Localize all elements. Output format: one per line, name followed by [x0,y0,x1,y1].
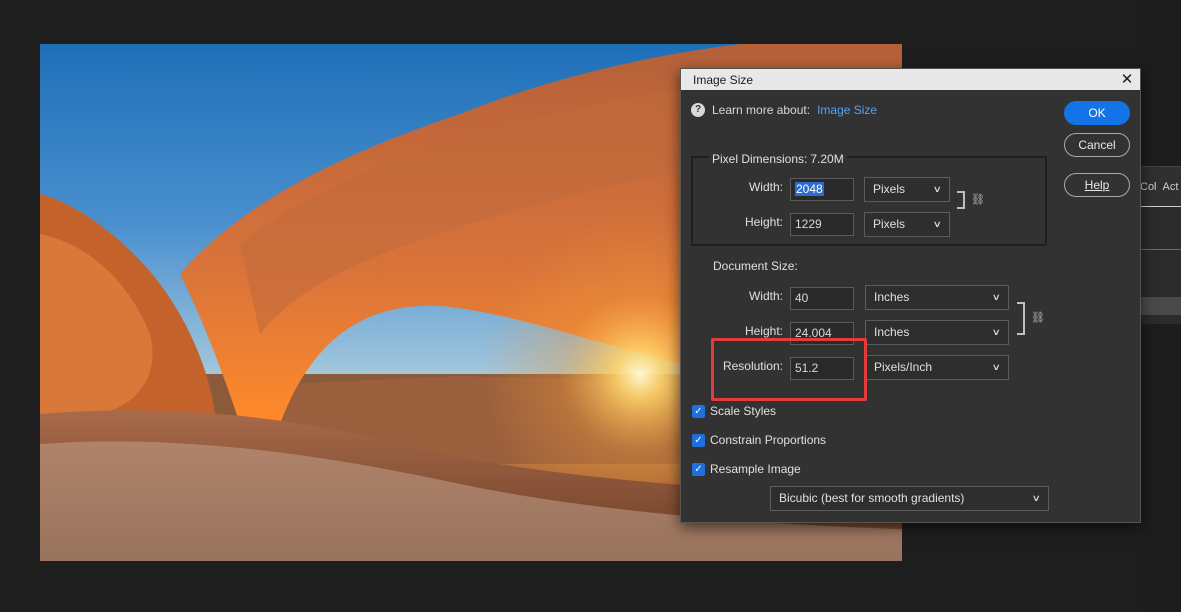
pixel-width-unit: Pixels [873,182,906,196]
close-icon[interactable]: ✕ [1118,71,1136,89]
pixel-dimensions-legend: Pixel Dimensions: 7.20M [709,152,847,166]
checkmark-icon: ✓ [692,433,705,447]
pixel-height-label: Height: [744,215,783,229]
pixel-width-unit-select[interactable]: Pixels ∨ [864,177,950,202]
chevron-down-icon: ∨ [1032,493,1042,503]
tab-actions[interactable]: Act [1163,181,1179,193]
chevron-down-icon: ∨ [992,292,1002,302]
doc-width-input[interactable]: 40 [790,287,854,310]
pixel-height-unit: Pixels [873,217,906,231]
dialog-titlebar[interactable]: Image Size ✕ [681,69,1140,90]
learn-more-label: Learn more about: [712,103,811,117]
doc-height-unit-select[interactable]: Inches ∨ [865,320,1009,345]
checkmark-icon: ✓ [692,462,705,476]
pixel-dimensions-size: 7.20M [810,152,844,166]
doc-height-unit: Inches [874,325,910,339]
chevron-down-icon: ∨ [933,219,943,229]
cancel-button[interactable]: Cancel [1064,133,1130,157]
chain-link-icon: ⛓ [1031,312,1045,324]
dialog-title: Image Size [693,72,754,87]
pixel-width-value: 2048 [795,182,824,196]
scale-styles-checkbox[interactable]: ✓ Scale Styles [692,404,776,418]
chevron-down-icon: ∨ [933,184,943,194]
doc-link-bracket [1017,302,1025,335]
image-size-dialog: Image Size ✕ ? Learn more about: Image S… [680,68,1141,523]
pixel-height-unit-select[interactable]: Pixels ∨ [864,212,950,237]
document-size-label: Document Size: [713,259,798,273]
resample-method-select[interactable]: Bicubic (best for smooth gradients) ∨ [770,486,1049,511]
doc-height-label: Height: [744,324,783,338]
resolution-unit-select[interactable]: Pixels/Inch ∨ [865,355,1009,380]
help-button[interactable]: Help [1064,173,1130,197]
constrain-proportions-label: Constrain Proportions [710,433,827,447]
pixel-width-label: Width: [748,180,783,194]
divider [1138,249,1181,250]
learn-more-row: ? Learn more about: Image Size [691,103,877,117]
side-panel-tabs: Col Act [1138,167,1181,207]
pixel-link-bracket [957,191,965,209]
panel-bar [1138,297,1181,315]
tab-color[interactable]: Col [1140,181,1157,193]
doc-width-label: Width: [748,289,783,303]
pixel-height-input[interactable]: 1229 [790,213,854,236]
resample-image-label: Resample Image [710,462,801,476]
doc-width-unit-select[interactable]: Inches ∨ [865,285,1009,310]
chevron-down-icon: ∨ [992,327,1002,337]
resolution-unit: Pixels/Inch [874,360,933,374]
resample-method: Bicubic (best for smooth gradients) [779,491,965,505]
chevron-down-icon: ∨ [992,362,1002,372]
resolution-highlight-box [711,338,867,401]
learn-more-link[interactable]: Image Size [817,103,877,117]
chain-link-icon: ⛓ [971,194,985,206]
question-icon: ? [691,103,705,117]
ok-button[interactable]: OK [1064,101,1130,125]
pixel-width-input[interactable]: 2048 [790,178,854,201]
pixel-dimensions-label: Pixel Dimensions: [712,152,808,166]
doc-width-unit: Inches [874,290,910,304]
help-button-label: Help [1084,178,1110,192]
scale-styles-label: Scale Styles [710,404,777,418]
checkmark-icon: ✓ [692,404,705,418]
side-panel: Col Act [1138,166,1181,324]
constrain-proportions-checkbox[interactable]: ✓ Constrain Proportions [692,433,826,447]
resample-image-checkbox[interactable]: ✓ Resample Image [692,462,801,476]
